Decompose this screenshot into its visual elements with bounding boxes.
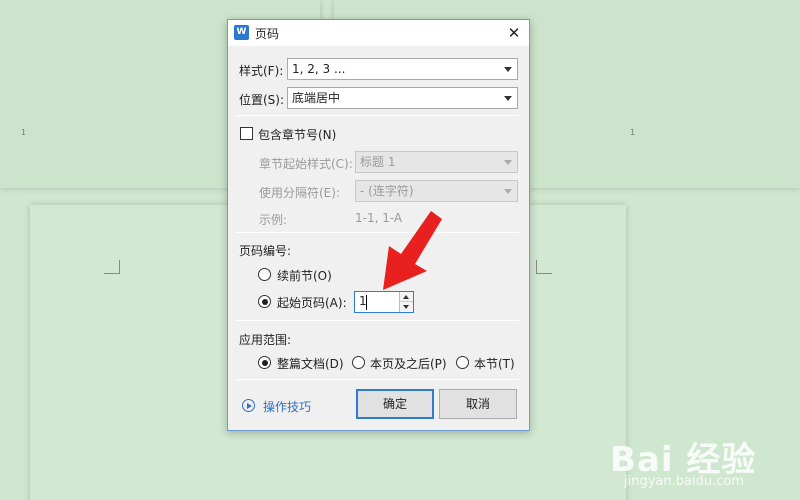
red-arrow-shape bbox=[383, 211, 442, 290]
red-arrow-annotation bbox=[383, 211, 442, 290]
